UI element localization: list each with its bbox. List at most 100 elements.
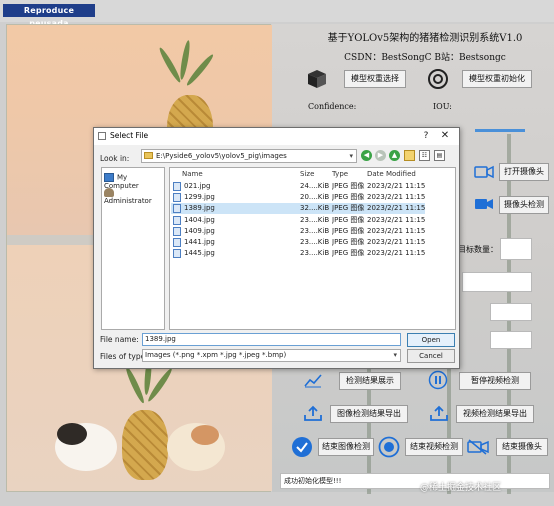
column-header-date[interactable]: Date Modified bbox=[367, 170, 416, 178]
file-type: JPEG 图像 bbox=[332, 226, 365, 235]
end-video-detect-button[interactable]: 结束视频检测 bbox=[405, 438, 463, 456]
export-image-results-button[interactable]: 图像检测结果导出 bbox=[330, 405, 408, 423]
place-administrator[interactable]: Administrator bbox=[104, 188, 164, 205]
file-size: 23....KiB bbox=[300, 249, 330, 258]
iou-label: IOU: bbox=[433, 102, 452, 111]
file-row[interactable]: 1389.jpg 32....KiB JPEG 图像 2023/2/21 11:15 bbox=[171, 203, 426, 215]
file-date: 2023/2/21 11:15 bbox=[367, 249, 426, 258]
file-name: 1389.jpg bbox=[184, 204, 215, 213]
file-row[interactable]: 1299.jpg 20....KiB JPEG 图像 2023/2/21 11:15 bbox=[171, 192, 425, 203]
file-row[interactable]: 021.jpg 24....KiB JPEG 图像 2023/2/21 11:15 bbox=[171, 181, 425, 192]
back-icon[interactable]: ◀ bbox=[361, 150, 372, 161]
parent-directory-icon[interactable]: ▲ bbox=[389, 150, 400, 161]
file-date: 2023/2/21 11:15 bbox=[367, 182, 426, 190]
files-of-type-combobox[interactable]: Images (*.png *.xpm *.jpg *.jpeg *.bmp) … bbox=[142, 349, 401, 362]
file-date: 2023/2/21 11:15 bbox=[367, 238, 426, 246]
upload-icon bbox=[430, 405, 448, 421]
file-row[interactable]: 1409.jpg 23....KiB JPEG 图像 2023/2/21 11:15 bbox=[171, 226, 425, 237]
target-select-dropdown[interactable] bbox=[462, 272, 532, 292]
dialog-title: Select File bbox=[110, 131, 149, 140]
file-row[interactable]: 1441.jpg 23....KiB JPEG 图像 2023/2/21 11:15 bbox=[171, 237, 425, 248]
list-view-icon[interactable]: ☷ bbox=[419, 150, 430, 161]
status-bar: 成功初始化模型!!! bbox=[280, 473, 550, 489]
column-header-type[interactable]: Type bbox=[332, 170, 348, 178]
files-of-type-value: Images (*.png *.xpm *.jpg *.jpeg *.bmp) bbox=[145, 351, 287, 359]
file-size: 24....KiB bbox=[300, 182, 330, 190]
file-name: 1441.jpg bbox=[184, 238, 215, 246]
new-folder-icon[interactable] bbox=[404, 150, 415, 161]
file-date: 2023/2/21 11:15 bbox=[367, 226, 426, 235]
dialog-app-icon bbox=[98, 132, 106, 140]
place-label: Administrator bbox=[104, 197, 152, 205]
image-file-icon bbox=[173, 193, 181, 203]
dialog-titlebar: Select File ? ✕ bbox=[94, 128, 459, 145]
column-header-size[interactable]: Size bbox=[300, 170, 314, 178]
places-sidebar: My Computer Administrator bbox=[101, 167, 165, 330]
close-button[interactable]: ✕ bbox=[438, 129, 452, 143]
image-file-icon bbox=[173, 215, 181, 225]
forward-icon[interactable]: ▶ bbox=[375, 150, 386, 161]
open-camera-button[interactable]: 打开摄像头 bbox=[499, 163, 549, 181]
user-icon bbox=[104, 188, 114, 197]
file-size: 23....KiB bbox=[300, 226, 330, 235]
main-titlebar: Reproduce peusada bbox=[0, 0, 554, 28]
cancel-button[interactable]: Cancel bbox=[407, 349, 455, 363]
image-file-icon bbox=[173, 249, 181, 259]
watermark: @稀土掘金技术社区 bbox=[420, 483, 502, 493]
file-row[interactable]: 1445.jpg 23....KiB JPEG 图像 2023/2/21 11:15 bbox=[171, 248, 425, 259]
chart-icon bbox=[304, 374, 322, 388]
app-logo: Reproduce peusada bbox=[3, 4, 95, 28]
help-button[interactable]: ? bbox=[419, 129, 433, 143]
file-date: 2023/2/21 11:15 bbox=[367, 204, 426, 213]
gear-icon bbox=[428, 69, 448, 89]
image-file-icon bbox=[173, 226, 181, 236]
file-size: 23....KiB bbox=[300, 215, 330, 224]
target-count-label: 目标数量： bbox=[458, 245, 498, 254]
video-camera-icon bbox=[475, 199, 493, 209]
look-in-combobox[interactable]: E:\Pyside6_yolov5\yolov5_pig\images ▾ bbox=[141, 149, 357, 163]
end-camera-button[interactable]: 结束摄像头 bbox=[496, 438, 548, 456]
detail-view-icon[interactable]: ▤ bbox=[434, 150, 445, 161]
column-header-name[interactable]: Name bbox=[182, 170, 203, 178]
init-weights-button[interactable]: 模型权重初始化 bbox=[462, 70, 532, 88]
end-image-detect-button[interactable]: 结束图像检测 bbox=[318, 438, 374, 456]
author-credits: CSDN：BestSongC B站：Bestsongc bbox=[344, 53, 506, 63]
file-name: 021.jpg bbox=[184, 182, 211, 190]
chevron-down-icon: ▾ bbox=[349, 152, 353, 160]
chevron-down-icon: ▾ bbox=[393, 351, 397, 359]
pause-video-button[interactable]: 暂停视频检测 bbox=[459, 372, 531, 390]
cube-icon bbox=[308, 70, 326, 88]
image-file-icon bbox=[173, 204, 181, 214]
select-weights-button[interactable]: 模型权重选择 bbox=[344, 70, 406, 88]
file-name-input[interactable]: 1389.jpg bbox=[142, 333, 401, 346]
camera-detect-button[interactable]: 摄像头检测 bbox=[499, 196, 549, 214]
file-name-label: File name: bbox=[100, 335, 139, 344]
confidence-label: Confidence: bbox=[308, 102, 357, 111]
open-button[interactable]: Open bbox=[407, 333, 455, 347]
file-type: JPEG 图像 bbox=[332, 215, 365, 224]
folder-icon bbox=[144, 152, 153, 159]
pause-icon bbox=[428, 370, 448, 390]
file-name: 1409.jpg bbox=[184, 226, 215, 235]
file-size: 23....KiB bbox=[300, 238, 330, 246]
show-results-button[interactable]: 检测结果展示 bbox=[339, 372, 401, 390]
file-name: 1299.jpg bbox=[184, 193, 215, 202]
export-video-results-button[interactable]: 视频检测结果导出 bbox=[456, 405, 534, 423]
file-row[interactable]: 1404.jpg 23....KiB JPEG 图像 2023/2/21 11:15 bbox=[171, 215, 425, 226]
image-file-icon bbox=[173, 182, 181, 191]
ymin-field bbox=[490, 331, 532, 349]
look-in-path: E:\Pyside6_yolov5\yolov5_pig\images bbox=[156, 152, 287, 160]
target-count-field bbox=[500, 238, 532, 260]
file-date: 2023/2/21 11:15 bbox=[367, 193, 426, 202]
computer-icon bbox=[104, 173, 114, 182]
file-size: 20....KiB bbox=[300, 193, 330, 202]
upload-icon bbox=[304, 405, 322, 421]
video-camera-icon bbox=[474, 165, 494, 179]
file-type: JPEG 图像 bbox=[332, 182, 365, 190]
file-type: JPEG 图像 bbox=[332, 204, 365, 213]
iou-slider[interactable] bbox=[475, 129, 525, 132]
image-file-icon bbox=[173, 238, 181, 247]
xmin-field bbox=[490, 303, 532, 321]
select-file-dialog: Select File ? ✕ Look in: E:\Pyside6_yolo… bbox=[93, 127, 460, 369]
camera-off-icon bbox=[467, 439, 489, 455]
